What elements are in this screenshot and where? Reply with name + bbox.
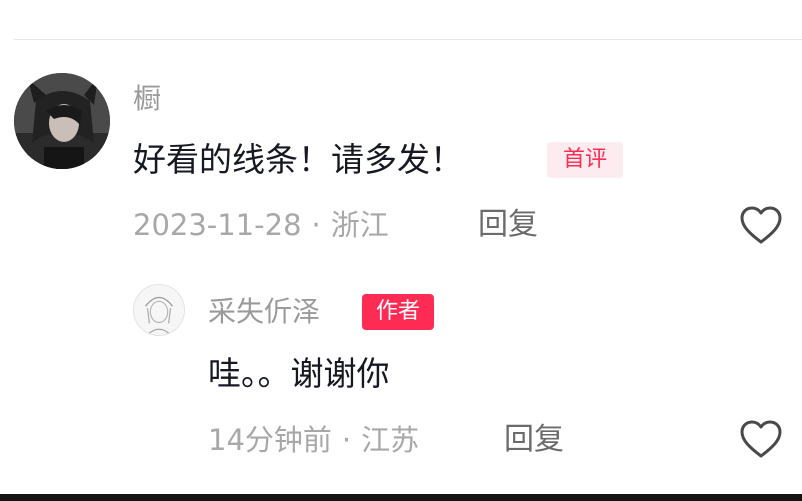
commenter-avatar[interactable] (14, 73, 110, 169)
author-username[interactable]: 采失伒泽 (208, 295, 320, 329)
comment-location: 浙江 (330, 208, 389, 242)
commenter-avatar-image (14, 73, 110, 169)
commenter-username[interactable]: 橱 (133, 82, 161, 116)
heart-outline-icon[interactable] (739, 205, 783, 245)
author-badge: 作者 (362, 294, 434, 330)
first-comment-badge: 首评 (547, 142, 623, 178)
meta-separator: · (341, 423, 352, 457)
heart-outline-icon[interactable] (739, 419, 783, 459)
top-divider (14, 39, 802, 40)
reply-meta: 14分钟前 · 江苏 (208, 422, 419, 458)
bottom-edge (0, 494, 802, 501)
meta-separator: · (311, 208, 321, 242)
reply-button[interactable]: 回复 (478, 207, 538, 243)
author-avatar[interactable] (133, 284, 185, 336)
comment-date: 2023-11-28 (133, 208, 302, 242)
author-avatar-image (134, 285, 184, 335)
reply-location: 江苏 (361, 423, 420, 457)
comment-meta: 2023-11-28 · 浙江 (133, 207, 389, 243)
reply-button[interactable]: 回复 (504, 422, 564, 458)
reply-text: 哇。。谢谢你 (208, 354, 390, 393)
comment-text: 好看的线条！请多发！ (133, 140, 463, 179)
reply-time: 14分钟前 (208, 423, 332, 457)
